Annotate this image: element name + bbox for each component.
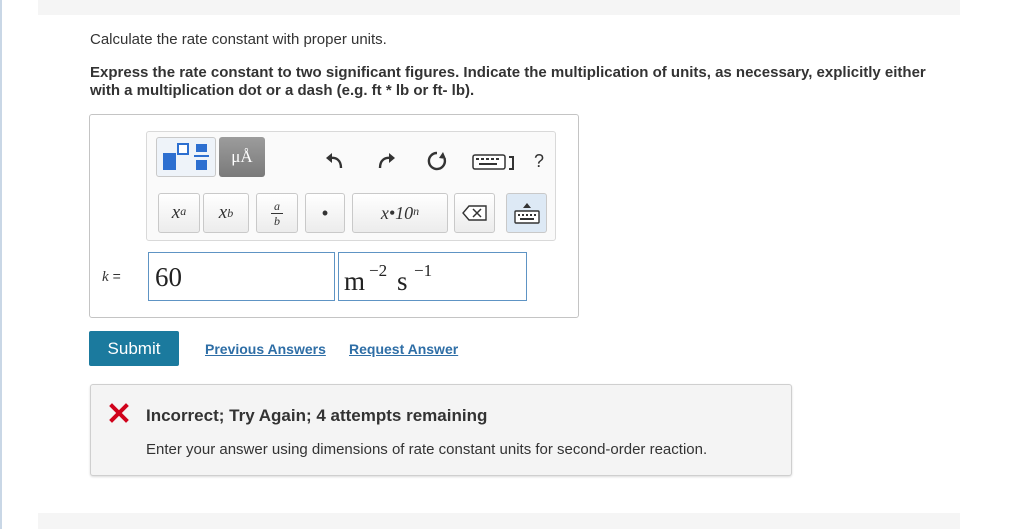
unit-second: s — [397, 266, 408, 296]
backspace-icon — [461, 205, 487, 221]
superscript-button[interactable]: xa — [158, 193, 200, 233]
dot-label: • — [321, 202, 329, 223]
multiplication-dot-button[interactable]: • — [305, 193, 345, 233]
redo-icon[interactable] — [372, 148, 402, 174]
subscript-sub: b — [227, 205, 234, 220]
request-answer-link[interactable]: Request Answer — [349, 341, 458, 357]
templates-icon — [163, 143, 209, 170]
fraction-button[interactable]: a b — [256, 193, 298, 233]
superscript-exp: a — [180, 203, 187, 218]
equals-sign: = — [112, 268, 121, 284]
value-input[interactable]: 60 — [148, 252, 335, 301]
fraction-denominator: b — [274, 213, 280, 228]
unit-meter: m — [344, 266, 366, 296]
undo-icon[interactable] — [319, 148, 349, 174]
unit-meter-exponent: −2 — [369, 261, 388, 280]
feedback-message: Enter your answer using dimensions of ra… — [146, 441, 708, 458]
backspace-button[interactable] — [454, 193, 495, 233]
superscript-base: x — [171, 202, 181, 223]
feedback-title: Incorrect; Try Again; 4 attempts remaini… — [146, 406, 488, 425]
units-button-label: μÅ — [231, 147, 253, 166]
units-input[interactable]: m −2 s −1 — [338, 252, 527, 301]
incorrect-x-icon — [108, 402, 130, 424]
variable-symbol: k — [102, 269, 109, 285]
submit-button[interactable]: Submit — [89, 331, 179, 366]
subscript-button[interactable]: xb — [203, 193, 249, 233]
keyboard-toggle-icon — [513, 203, 540, 224]
units-button[interactable]: μÅ — [219, 137, 265, 177]
scientific-label: x•10 — [380, 202, 414, 223]
question-instructions: Express the rate constant to two signifi… — [90, 64, 926, 99]
left-border — [0, 0, 2, 529]
previous-answers-link[interactable]: Previous Answers — [205, 341, 326, 357]
help-label: ? — [533, 150, 544, 171]
reset-icon[interactable] — [422, 148, 452, 174]
unit-second-exponent: −1 — [414, 261, 433, 280]
variable-label: k = — [102, 268, 121, 286]
scientific-notation-button[interactable]: x•10 n — [352, 193, 448, 233]
top-divider — [38, 0, 960, 15]
templates-button[interactable] — [156, 137, 216, 177]
help-icon[interactable]: ? — [528, 148, 550, 174]
question-prompt: Calculate the rate constant with proper … — [90, 31, 387, 48]
subscript-base: x — [218, 202, 228, 223]
bottom-divider — [38, 513, 960, 529]
scientific-exp: n — [413, 203, 420, 218]
keyboard-shortcuts-icon[interactable] — [470, 150, 520, 174]
keyboard-toggle-button[interactable] — [506, 193, 547, 233]
feedback-panel — [90, 384, 792, 476]
fraction-numerator: a — [274, 198, 280, 213]
